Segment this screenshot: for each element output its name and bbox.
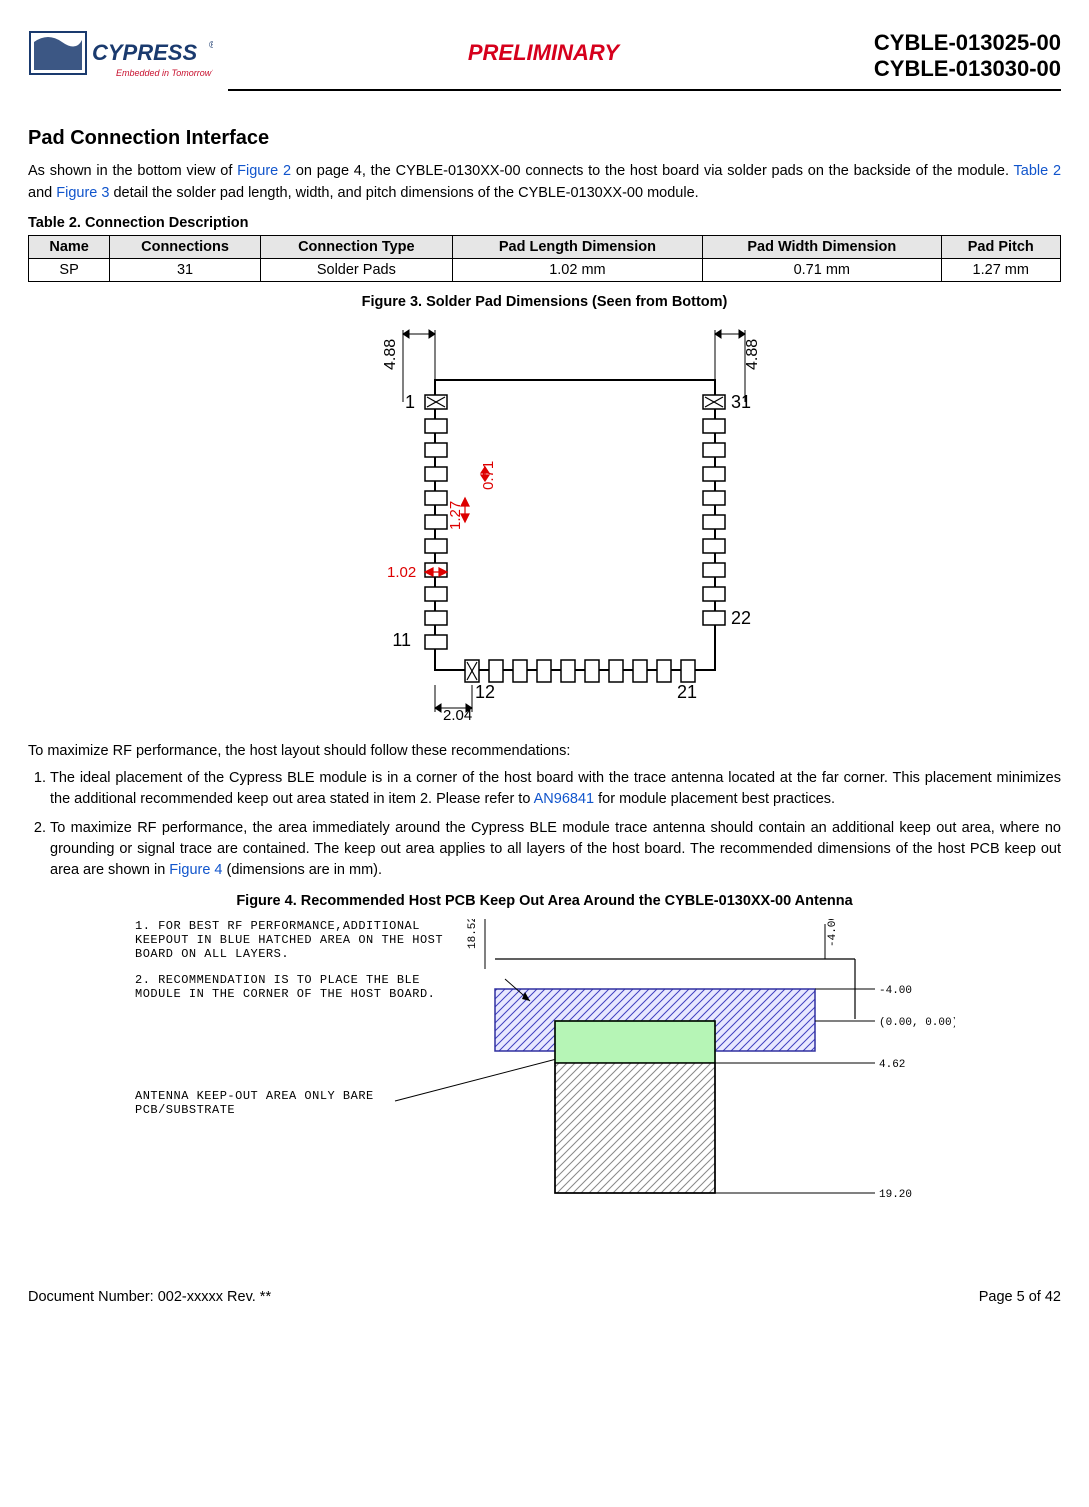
th-width: Pad Width Dimension bbox=[703, 235, 941, 258]
recommendation-list: The ideal placement of the Cypress BLE m… bbox=[28, 768, 1061, 881]
svg-text:Embedded in Tomorrow™: Embedded in Tomorrow™ bbox=[116, 68, 213, 78]
link-figure-3[interactable]: Figure 3 bbox=[56, 185, 109, 201]
label-pad-31: 31 bbox=[731, 392, 751, 412]
dim-4-88-right: 4.88 bbox=[744, 339, 761, 370]
connection-table: Name Connections Connection Type Pad Len… bbox=[28, 235, 1061, 282]
dim-width: 0.71 bbox=[480, 461, 497, 490]
keepout-diagram: 1. FOR BEST RF PERFORMANCE,ADDITIONAL KE… bbox=[135, 919, 955, 1219]
link-figure-4[interactable]: Figure 4 bbox=[169, 862, 222, 878]
part-numbers: CYBLE-013025-00 CYBLE-013030-00 bbox=[874, 30, 1061, 82]
label-pad-11: 11 bbox=[392, 630, 411, 650]
page-number: Page 5 of 42 bbox=[979, 1289, 1061, 1305]
figure-4: 1. FOR BEST RF PERFORMANCE,ADDITIONAL KE… bbox=[28, 919, 1061, 1219]
dim-4-62: 4.62 bbox=[879, 1059, 905, 1071]
label-pad-1: 1 bbox=[404, 392, 414, 412]
figure-3-caption: Figure 3. Solder Pad Dimensions (Seen fr… bbox=[28, 294, 1061, 310]
dim-minus4-vert: -4.00 bbox=[827, 919, 839, 947]
dim-length: 1.02 bbox=[387, 564, 416, 581]
label-pad-21: 21 bbox=[677, 682, 697, 702]
table-2-caption: Table 2. Connection Description bbox=[28, 215, 1061, 231]
figure-3: 4.88 4.88 1.27 0.71 1.02 bbox=[28, 320, 1061, 720]
svg-text:CYPRESS: CYPRESS bbox=[92, 40, 197, 65]
th-connections: Connections bbox=[110, 235, 261, 258]
fig4-note-3: ANTENNA KEEP-OUT AREA ONLY BARE PCB/SUBS… bbox=[135, 1089, 405, 1117]
dim-19-20: 19.20 bbox=[879, 1189, 912, 1201]
th-pitch: Pad Pitch bbox=[941, 235, 1060, 258]
th-length: Pad Length Dimension bbox=[452, 235, 702, 258]
dim-pitch: 1.27 bbox=[447, 501, 464, 530]
label-pad-12: 12 bbox=[475, 682, 495, 702]
list-item: The ideal placement of the Cypress BLE m… bbox=[50, 768, 1061, 810]
header-divider bbox=[228, 89, 1061, 91]
doc-number: Document Number: 002-xxxxx Rev. ** bbox=[28, 1289, 271, 1305]
table-row: SP 31 Solder Pads 1.02 mm 0.71 mm 1.27 m… bbox=[29, 258, 1061, 281]
link-table-2[interactable]: Table 2 bbox=[1014, 163, 1062, 179]
dim-4-88-left: 4.88 bbox=[382, 339, 399, 370]
link-an96841[interactable]: AN96841 bbox=[534, 791, 594, 807]
svg-text:®: ® bbox=[209, 40, 213, 51]
label-pad-22: 22 bbox=[731, 608, 751, 628]
recommendation-intro: To maximize RF performance, the host lay… bbox=[28, 740, 1061, 762]
part-number-1: CYBLE-013025-00 bbox=[874, 30, 1061, 56]
section-heading: Pad Connection Interface bbox=[28, 127, 1061, 150]
dim-minus4-horiz: -4.00 bbox=[879, 985, 912, 997]
page-footer: Document Number: 002-xxxxx Rev. ** Page … bbox=[28, 1289, 1061, 1305]
dim-18-52: 18.52 bbox=[467, 919, 479, 949]
figure-4-caption: Figure 4. Recommended Host PCB Keep Out … bbox=[28, 893, 1061, 909]
fig4-note-2: 2. RECOMMENDATION IS TO PLACE THE BLE MO… bbox=[135, 973, 445, 1001]
link-figure-2[interactable]: Figure 2 bbox=[237, 163, 291, 179]
part-number-2: CYBLE-013030-00 bbox=[874, 56, 1061, 82]
dim-2-04: 2.04 bbox=[443, 707, 472, 720]
fig4-note-1: 1. FOR BEST RF PERFORMANCE,ADDITIONAL KE… bbox=[135, 919, 445, 961]
logo: CYPRESS ® Embedded in Tomorrow™ bbox=[28, 30, 213, 85]
th-type: Connection Type bbox=[260, 235, 452, 258]
intro-paragraph: As shown in the bottom view of Figure 2 … bbox=[28, 160, 1061, 205]
cypress-logo-icon: CYPRESS ® Embedded in Tomorrow™ bbox=[28, 30, 213, 85]
page-header: CYPRESS ® Embedded in Tomorrow™ PRELIMIN… bbox=[28, 30, 1061, 85]
preliminary-label: PRELIMINARY bbox=[468, 40, 619, 66]
origin-label: (0.00, 0.00) bbox=[879, 1017, 955, 1029]
solder-pad-diagram: 4.88 4.88 1.27 0.71 1.02 bbox=[325, 320, 765, 720]
list-item: To maximize RF performance, the area imm… bbox=[50, 818, 1061, 881]
th-name: Name bbox=[29, 235, 110, 258]
